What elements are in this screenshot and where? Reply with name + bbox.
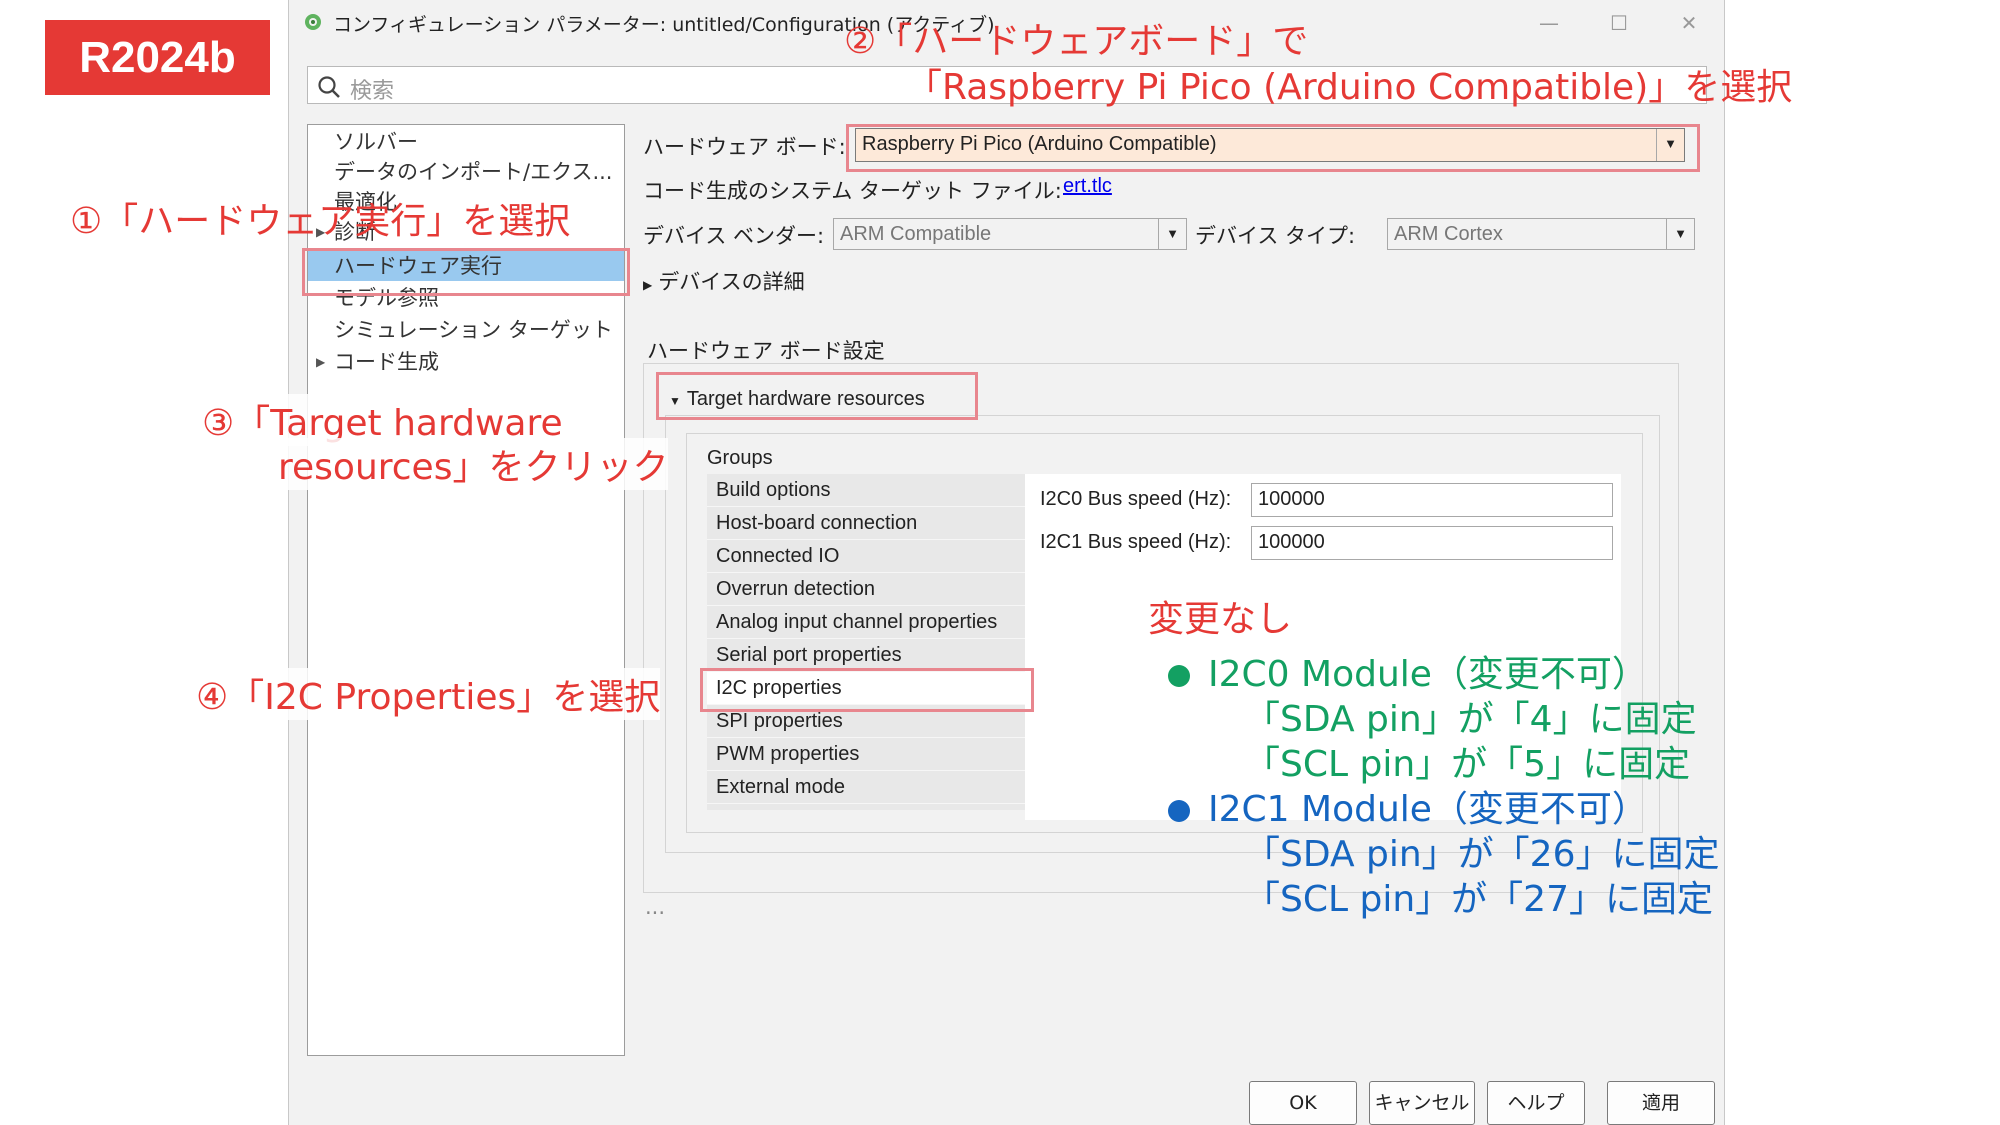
nav-item-data-import-export[interactable]: データのインポート/エクス... bbox=[308, 157, 624, 187]
highlight-hardware-board bbox=[846, 124, 1700, 172]
minimize-button[interactable]: — bbox=[1529, 8, 1569, 38]
expand-arrow-icon[interactable]: ▶ bbox=[316, 347, 325, 377]
device-details-toggle[interactable]: ▶ デバイスの詳細 bbox=[643, 266, 805, 296]
help-button[interactable]: ヘルプ bbox=[1487, 1081, 1585, 1125]
i2c0-bus-speed-label: I2C0 Bus speed (Hz): bbox=[1040, 488, 1232, 510]
i2c1-bus-speed-label: I2C1 Bus speed (Hz): bbox=[1040, 531, 1232, 553]
annotation-step3-line2: resources」をクリック bbox=[278, 438, 669, 490]
annotation-i2c1-scl: 「SCL pin」が「27」に固定 bbox=[1244, 879, 1713, 920]
annotation-no-change: 変更なし bbox=[1148, 599, 1293, 640]
device-vendor-label: デバイス ベンダー: bbox=[643, 224, 825, 248]
group-host-board-connection[interactable]: Host-board connection bbox=[707, 507, 1025, 540]
annotation-step1: ①「ハードウェア実行」を選択 bbox=[70, 201, 571, 242]
highlight-i2c-properties bbox=[700, 668, 1034, 712]
device-type-dropdown[interactable]: ARM Cortex ▼ bbox=[1387, 218, 1695, 250]
annotation-step2-line1: ②「ハードウェアボード」で bbox=[844, 21, 1309, 62]
target-file-label: コード生成のシステム ターゲット ファイル: bbox=[643, 179, 1062, 203]
nav-item-solver[interactable]: ソルバー bbox=[308, 127, 624, 157]
ellipsis-text: ... bbox=[645, 895, 666, 919]
expand-arrow-icon: ▶ bbox=[643, 278, 653, 292]
group-build-options[interactable]: Build options bbox=[707, 474, 1025, 507]
highlight-hardware-implementation bbox=[302, 248, 630, 296]
groups-list: Build options Host-board connection Conn… bbox=[707, 474, 1025, 810]
target-file-link[interactable]: ert.tlc bbox=[1063, 175, 1112, 198]
device-type-label: デバイス タイプ: bbox=[1195, 224, 1356, 248]
group-analog-input[interactable]: Analog input channel properties bbox=[707, 606, 1025, 639]
nav-item-code-generation[interactable]: ▶ コード生成 bbox=[308, 347, 624, 377]
chevron-down-icon[interactable]: ▼ bbox=[1158, 219, 1186, 249]
matlab-app-icon bbox=[305, 14, 321, 30]
board-settings-heading: ハードウェア ボード設定 bbox=[647, 339, 885, 363]
maximize-button[interactable]: ☐ bbox=[1599, 8, 1639, 38]
ok-button[interactable]: OK bbox=[1249, 1081, 1357, 1125]
annotation-step4: ④「I2C Properties」を選択 bbox=[196, 668, 661, 720]
bullet-dot-icon bbox=[1168, 665, 1190, 687]
i2c1-bus-speed-field[interactable]: 100000 bbox=[1251, 526, 1613, 560]
group-external-mode[interactable]: External mode bbox=[707, 771, 1025, 804]
group-connected-io[interactable]: Connected IO bbox=[707, 540, 1025, 573]
hardware-board-label: ハードウェア ボード: bbox=[643, 135, 846, 159]
chevron-down-icon[interactable]: ▼ bbox=[1666, 219, 1694, 249]
i2c0-bus-speed-field[interactable]: 100000 bbox=[1251, 483, 1613, 517]
group-overrun-detection[interactable]: Overrun detection bbox=[707, 573, 1025, 606]
annotation-step2-line2: 「Raspberry Pi Pico (Arduino Compatible)」… bbox=[906, 67, 1793, 108]
groups-heading: Groups bbox=[707, 447, 773, 469]
cancel-button[interactable]: キャンセル bbox=[1369, 1081, 1475, 1125]
close-button[interactable]: ✕ bbox=[1669, 8, 1709, 38]
device-vendor-dropdown[interactable]: ARM Compatible ▼ bbox=[833, 218, 1187, 250]
nav-item-simulation-target[interactable]: シミュレーション ターゲット bbox=[308, 315, 624, 345]
bullet-dot-icon bbox=[1168, 800, 1190, 822]
apply-button[interactable]: 適用 bbox=[1607, 1081, 1715, 1125]
version-badge: R2024b bbox=[45, 20, 270, 95]
group-pwm-properties[interactable]: PWM properties bbox=[707, 738, 1025, 771]
search-icon bbox=[318, 76, 340, 98]
search-placeholder: 検索 bbox=[350, 79, 395, 104]
highlight-target-resources bbox=[656, 372, 978, 420]
